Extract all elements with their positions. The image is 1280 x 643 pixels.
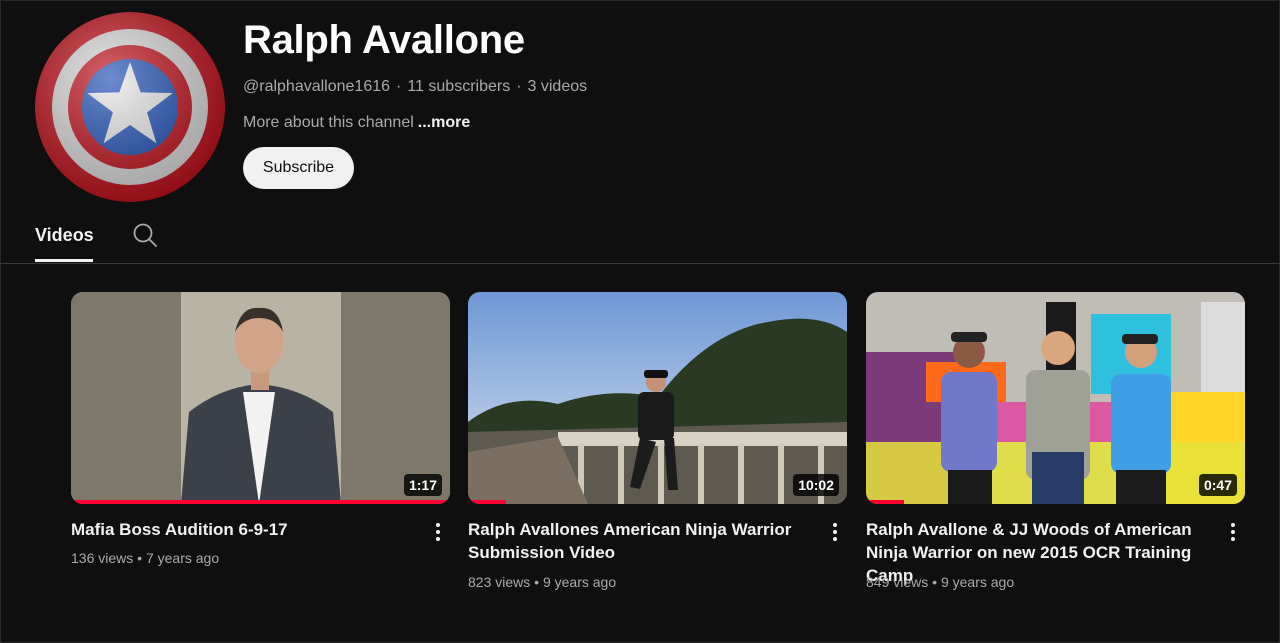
more-actions-icon[interactable] bbox=[1225, 520, 1241, 544]
view-count: 849 views bbox=[866, 574, 929, 590]
tab-videos[interactable]: Videos bbox=[35, 225, 94, 246]
watch-progress-bar bbox=[71, 500, 450, 504]
video-thumbnail[interactable]: 1:17 bbox=[71, 292, 450, 504]
upload-age: 7 years ago bbox=[145, 550, 220, 566]
video-thumbnail[interactable]: 0:47 bbox=[866, 292, 1245, 504]
view-count: 823 views bbox=[468, 574, 531, 590]
watch-progress-bar bbox=[866, 500, 904, 504]
video-title[interactable]: Ralph Avallones American Ninja Warrior S… bbox=[468, 518, 808, 564]
video-card[interactable]: 0:47 Ralph Avallone & JJ Woods of Americ… bbox=[866, 292, 1245, 590]
video-duration: 1:17 bbox=[403, 474, 442, 496]
more-link[interactable]: ...more bbox=[418, 114, 470, 131]
separator-dot: • bbox=[530, 574, 543, 590]
video-duration: 10:02 bbox=[793, 474, 839, 496]
video-duration: 0:47 bbox=[1198, 474, 1237, 496]
watch-progress-bar bbox=[468, 500, 506, 504]
video-card[interactable]: 10:02 Ralph Avallones American Ninja War… bbox=[468, 292, 847, 590]
thumbnail-image bbox=[468, 292, 847, 504]
channel-avatar[interactable] bbox=[35, 12, 225, 202]
separator-dot: • bbox=[133, 550, 146, 566]
more-actions-icon[interactable] bbox=[430, 520, 446, 544]
video-stats: 823 views • 9 years ago bbox=[468, 574, 616, 590]
channel-handle: @ralphavallone1616 bbox=[243, 78, 391, 95]
upload-age: 9 years ago bbox=[940, 574, 1015, 590]
upload-age: 9 years ago bbox=[542, 574, 617, 590]
active-tab-indicator bbox=[35, 259, 93, 262]
channel-tabs: Videos bbox=[0, 210, 1280, 264]
about-text: More about this channel bbox=[243, 114, 414, 131]
channel-about[interactable]: More about this channel ...more bbox=[243, 114, 470, 132]
channel-meta: @ralphavallone1616 · 11 subscribers · 3 vide… bbox=[243, 78, 587, 96]
separator-dot: • bbox=[928, 574, 941, 590]
video-title[interactable]: Mafia Boss Audition 6-9-17 bbox=[71, 518, 411, 541]
subscriber-count: 11 subscribers bbox=[407, 78, 511, 95]
search-icon[interactable] bbox=[132, 222, 158, 248]
more-actions-icon[interactable] bbox=[827, 520, 843, 544]
video-stats: 136 views • 7 years ago bbox=[71, 550, 219, 566]
view-count: 136 views bbox=[71, 550, 134, 566]
video-count: 3 videos bbox=[527, 78, 588, 95]
video-thumbnail[interactable]: 10:02 bbox=[468, 292, 847, 504]
thumbnail-image bbox=[71, 292, 450, 504]
separator-dot: · bbox=[396, 78, 402, 95]
shield-icon bbox=[35, 12, 225, 202]
thumbnail-image bbox=[866, 292, 1245, 504]
video-card[interactable]: 1:17 Mafia Boss Audition 6-9-17 136 view… bbox=[71, 292, 450, 566]
video-stats: 849 views • 9 years ago bbox=[866, 574, 1014, 590]
channel-name: Ralph Avallone bbox=[243, 18, 525, 62]
subscribe-button[interactable]: Subscribe bbox=[243, 147, 354, 189]
separator-dot: · bbox=[516, 78, 522, 95]
